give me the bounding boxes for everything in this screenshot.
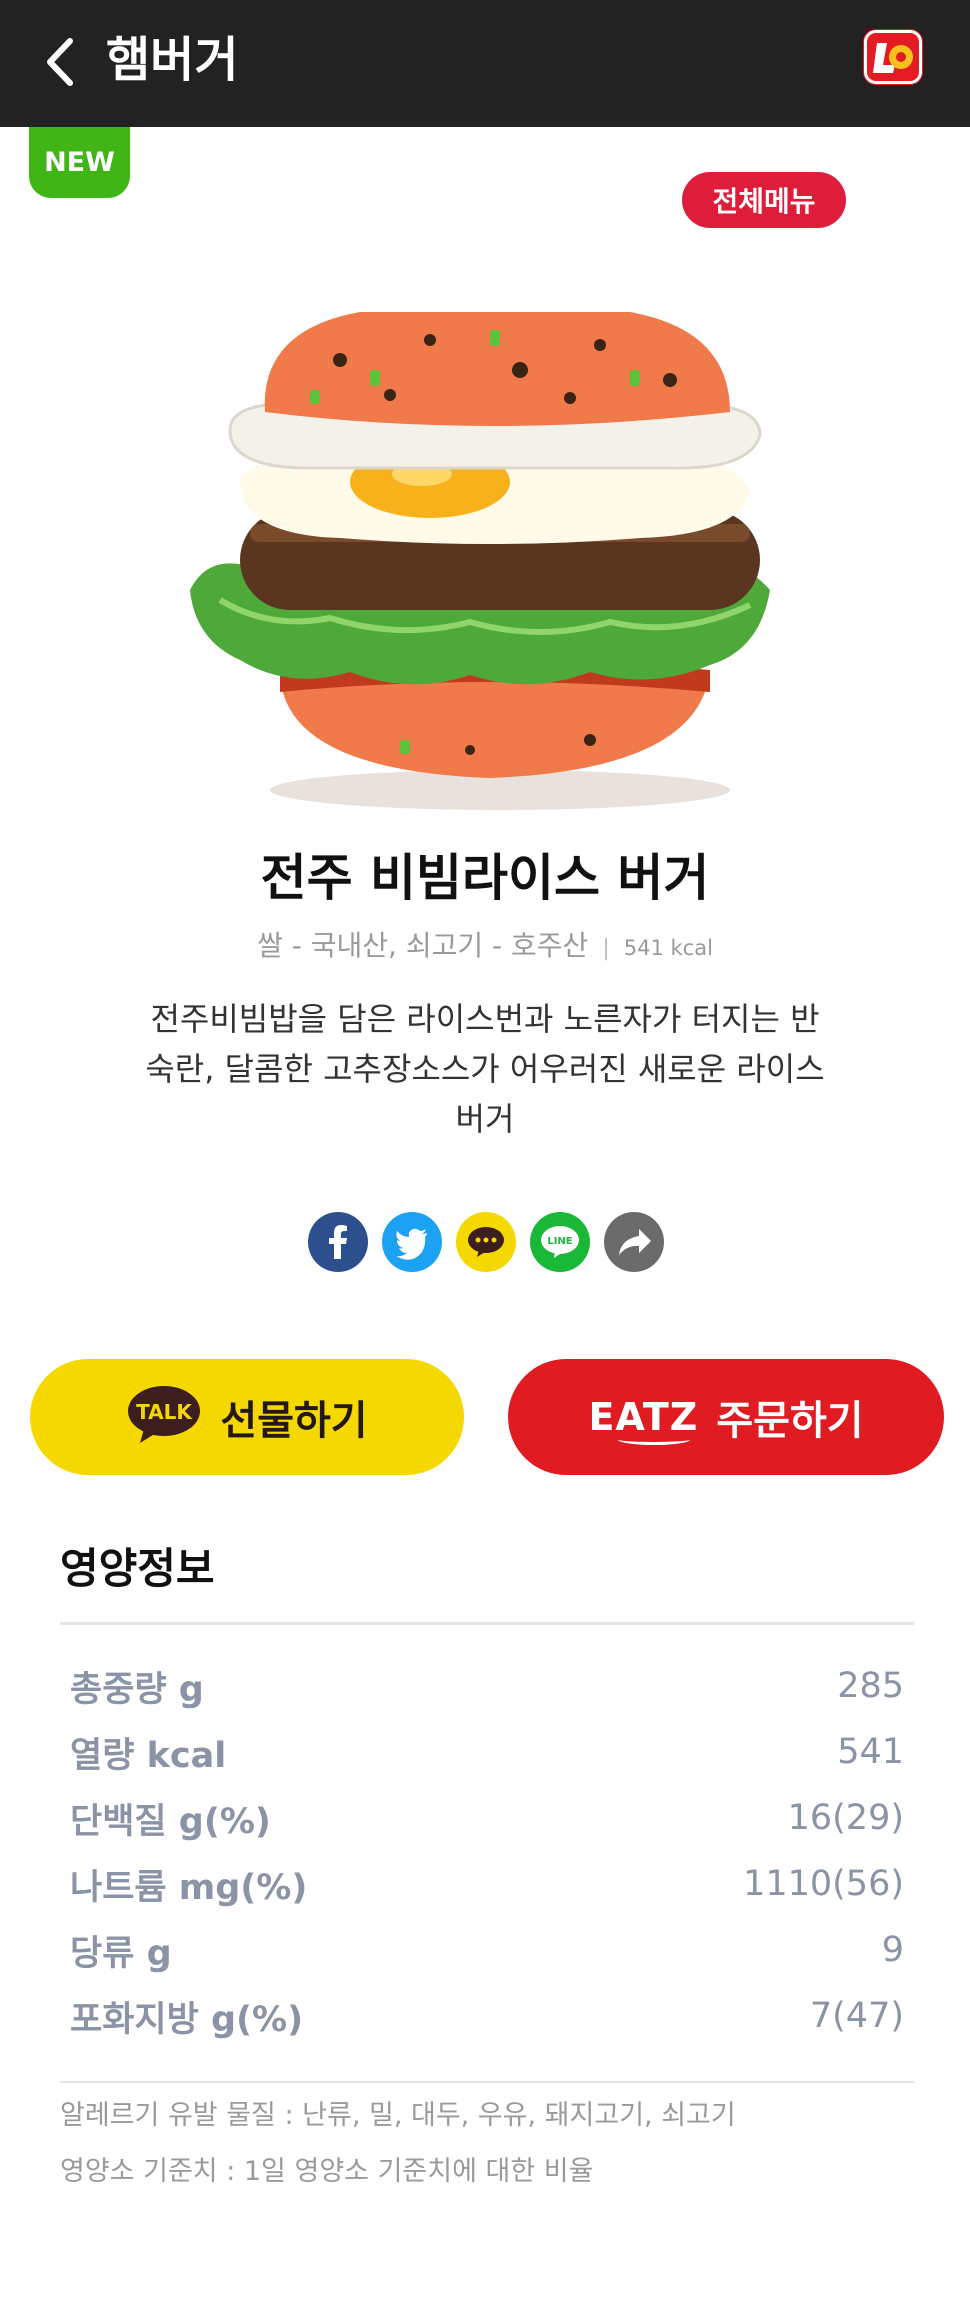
nutrition-label: 포화지방 g(%)	[70, 1999, 304, 2040]
nutrition-label: 총중량 g	[70, 1669, 204, 1710]
eatz-logo: EATZ	[588, 1395, 699, 1445]
line-share-button[interactable]: LINE	[529, 1211, 591, 1273]
nutrition-divider	[60, 1622, 914, 1625]
nutrition-row: 나트륨 mg(%) 1110(56)	[70, 1851, 904, 1917]
origin-separator: |	[602, 936, 610, 961]
nutrition-row: 단백질 g(%) 16(29)	[70, 1785, 904, 1851]
origin-info: 쌀 - 국내산, 쇠고기 - 호주산 | 541 kcal	[0, 926, 970, 969]
talk-badge-text: TALK	[136, 1400, 193, 1424]
nutrition-value: 16(29)	[787, 1798, 904, 1838]
kcal-text: 541 kcal	[623, 936, 713, 960]
nutrition-row: 포화지방 g(%) 7(47)	[70, 1983, 904, 2049]
product-name: 전주 비빔라이스 버거	[260, 849, 710, 907]
back-button[interactable]	[38, 30, 82, 94]
eatz-order-button[interactable]: EATZ 주문하기	[508, 1359, 944, 1475]
nutrition-row: 총중량 g 285	[70, 1653, 904, 1719]
nutrition-label: 당류 g	[70, 1933, 172, 1974]
kakao-gift-button[interactable]: TALK 선물하기	[30, 1359, 464, 1475]
nutrition-title: 영양정보	[60, 1544, 215, 1593]
nutrition-value: 9	[881, 1930, 904, 1970]
brand-logo-icon	[873, 43, 913, 73]
chevron-left-icon	[47, 38, 73, 86]
twitter-share-button[interactable]	[381, 1211, 443, 1273]
all-menu-button[interactable]: 전체메뉴	[682, 172, 846, 228]
allergy-note: 알레르기 유발 물질 : 난류, 밀, 대두, 우유, 돼지고기, 쇠고기	[60, 2100, 736, 2131]
nutrition-row: 당류 g 9	[70, 1917, 904, 1983]
share-icon	[604, 1212, 664, 1272]
facebook-share-button[interactable]	[307, 1211, 369, 1273]
kakaostory-share-button[interactable]	[455, 1211, 517, 1273]
nutrient-standard-note: 영양소 기준치 : 1일 영양소 기준치에 대한 비율	[60, 2156, 594, 2187]
twitter-icon	[382, 1212, 442, 1272]
nutrition-label: 단백질 g(%)	[70, 1801, 271, 1842]
product-description: 전주비빔밥을 담은 라이스번과 노른자가 터지는 반숙란, 달콤한 고추장소스가…	[145, 1000, 825, 1138]
lotteria-logo[interactable]	[864, 30, 922, 84]
kakaotalk-icon: TALK	[126, 1383, 206, 1451]
facebook-icon	[308, 1212, 368, 1272]
nutrition-value: 285	[837, 1666, 904, 1706]
nutrition-value: 7(47)	[809, 1996, 904, 2036]
nutrition-row: 열량 kcal 541	[70, 1719, 904, 1785]
nutrition-value: 1110(56)	[743, 1864, 904, 1904]
footnote-divider	[60, 2081, 914, 2083]
order-button-label: 주문하기	[716, 1398, 864, 1444]
nutrition-label: 열량 kcal	[70, 1735, 227, 1776]
nutrition-value: 541	[837, 1732, 904, 1772]
nutrition-table: 총중량 g 285 열량 kcal 541 단백질 g(%) 16(29) 나트…	[70, 1653, 904, 2049]
gift-button-label: 선물하기	[220, 1398, 368, 1444]
more-share-button[interactable]	[603, 1211, 665, 1273]
svg-text:LINE: LINE	[547, 1236, 572, 1247]
line-icon: LINE	[530, 1212, 590, 1272]
kakaostory-icon	[456, 1212, 516, 1272]
new-badge: NEW	[29, 127, 130, 198]
top-bar: 햄버거	[0, 0, 970, 127]
nutrition-label: 나트륨 mg(%)	[70, 1867, 308, 1908]
product-image	[170, 300, 810, 820]
page-title: 햄버거	[106, 32, 239, 88]
share-row: LINE	[307, 1211, 665, 1273]
origin-text: 쌀 - 국내산, 쇠고기 - 호주산	[257, 929, 589, 962]
